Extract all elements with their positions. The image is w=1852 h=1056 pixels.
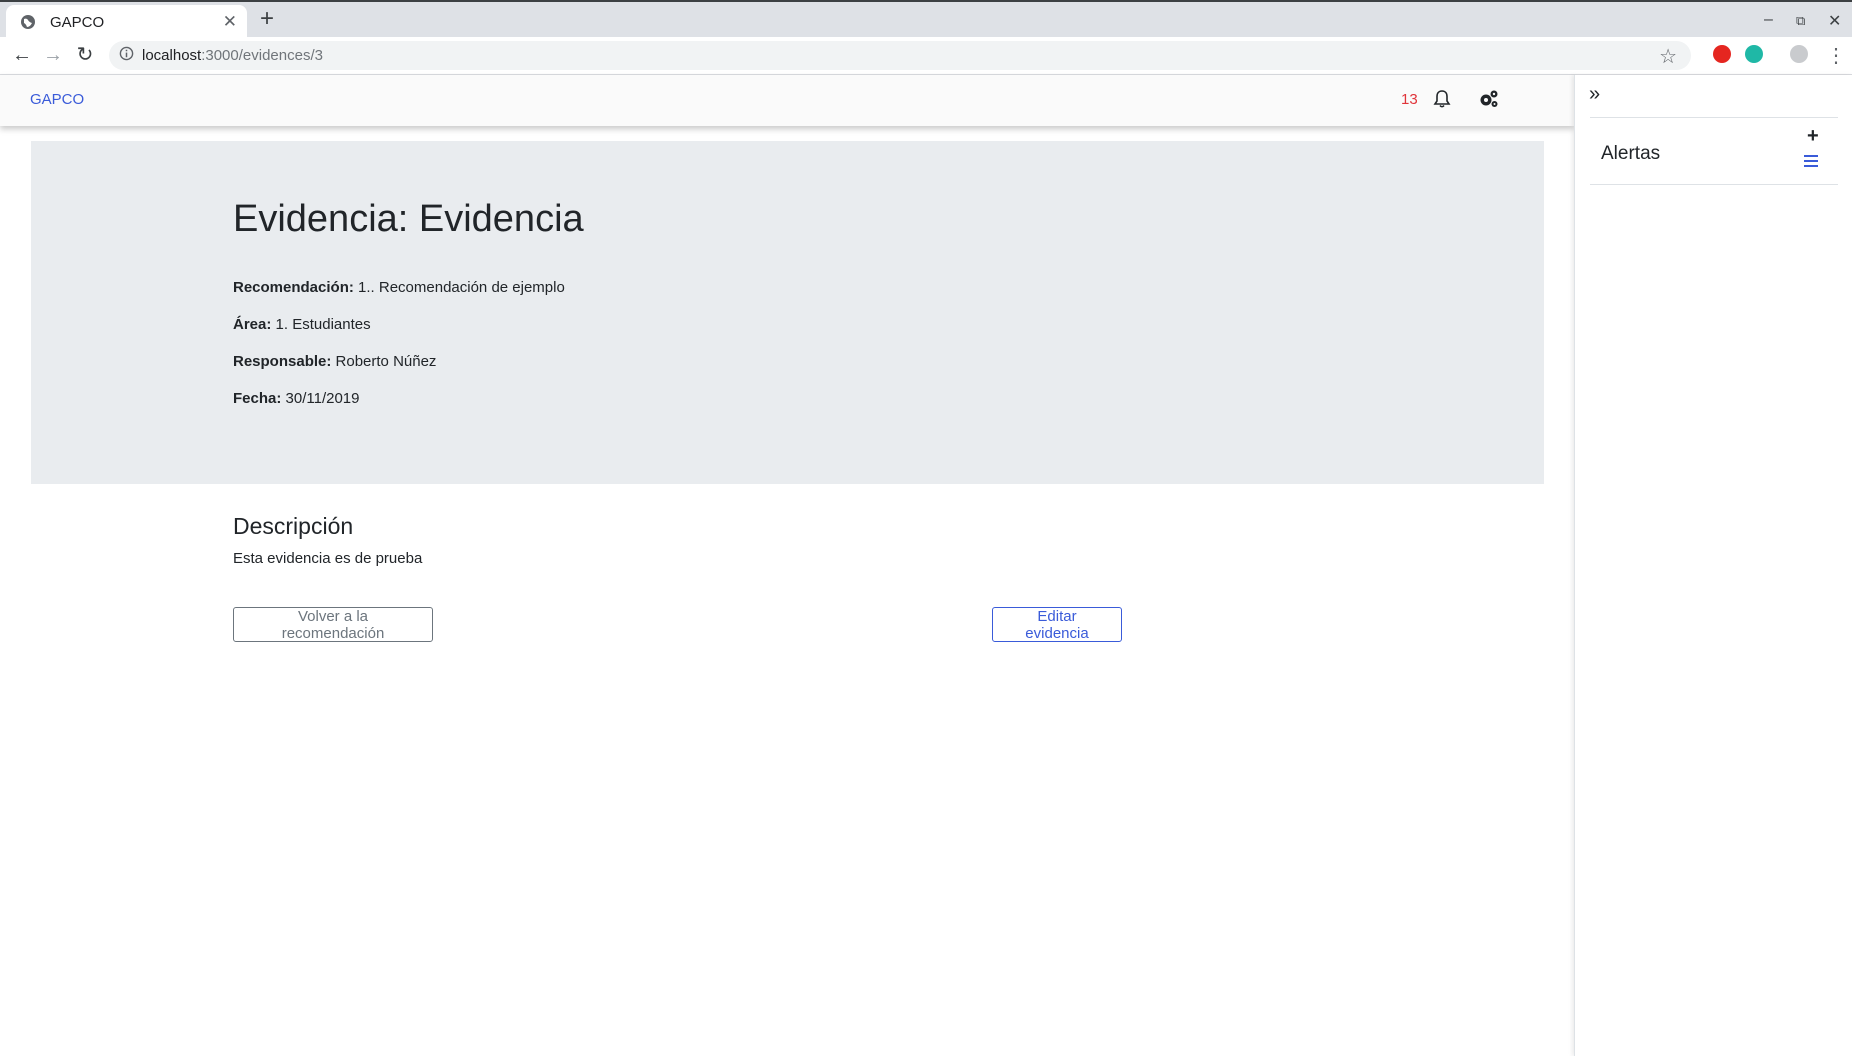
field-label: Responsable: [233,353,332,370]
evidence-header-panel [31,141,1544,484]
double-chevron-right-icon[interactable]: » [1589,83,1600,106]
extension-icon[interactable] [1745,45,1763,63]
cogs-icon[interactable] [1478,89,1500,109]
field-recomendacion: Recomendación: 1.. Recomendación de ejem… [233,279,565,296]
field-value: 30/11/2019 [285,390,360,407]
url-path: :3000/evidences/3 [201,47,323,64]
field-responsable: Responsable: Roberto Núñez [233,353,436,370]
close-icon[interactable]: ✕ [223,12,237,32]
url-text[interactable]: localhost:3000/evidences/3 [142,47,323,64]
field-value: Roberto Núñez [335,353,437,370]
description-text: Esta evidencia es de prueba [233,550,423,567]
plus-icon[interactable]: + [260,7,274,31]
plus-icon[interactable]: + [1807,126,1819,146]
field-value: 1. Estudiantes [275,316,371,333]
divider [1590,117,1838,118]
brand-link[interactable]: GAPCO [30,91,84,108]
forward-arrow-icon[interactable]: → [41,43,65,67]
field-fecha: Fecha: 30/11/2019 [233,390,360,407]
tab-title: GAPCO [50,14,105,31]
browser-toolbar: ← → ↻ localhost:3000/evidences/3 ☆ ⋮ [0,37,1852,75]
bell-icon[interactable] [1432,89,1452,109]
back-to-recommendation-button[interactable]: Volver a la recomendación [233,607,433,642]
address-bar[interactable]: localhost:3000/evidences/3 ☆ [109,41,1691,70]
field-label: Área: [233,316,272,333]
field-label: Recomendación: [233,279,354,296]
browser-tab[interactable]: GAPCO ✕ [6,5,247,39]
description-heading: Descripción [233,513,354,539]
reload-icon[interactable]: ↻ [73,43,97,67]
field-value: 1.. Recomendación de ejemplo [358,279,565,296]
browser-menu-icon[interactable]: ⋮ [1826,43,1846,68]
edit-evidence-button[interactable]: Editar evidencia [992,607,1122,642]
url-host: localhost [142,47,202,64]
app-navbar: GAPCO 13 [0,75,1574,126]
globe-icon [21,15,35,29]
back-arrow-icon[interactable]: ← [10,43,34,67]
page-title: Evidencia: Evidencia [233,198,584,240]
star-icon[interactable]: ☆ [1659,44,1677,69]
minimize-icon[interactable]: – [1764,11,1773,29]
info-icon[interactable] [119,46,134,61]
divider [1590,184,1838,185]
restore-icon[interactable]: ⧉ [1796,13,1805,29]
sidebar-title: Alertas [1601,143,1661,164]
window-close-icon[interactable]: ✕ [1828,11,1841,31]
field-label: Fecha: [233,390,282,407]
browser-tab-bar: GAPCO ✕ + – ⧉ ✕ [0,0,1852,39]
adblock-extension-icon[interactable] [1713,45,1731,63]
notification-count[interactable]: 13 [1401,91,1418,108]
profile-avatar-icon[interactable] [1790,45,1808,63]
alerts-sidebar: » Alertas [1574,75,1852,1056]
field-area: Área: 1. Estudiantes [233,316,371,333]
list-icon[interactable] [1803,154,1819,168]
